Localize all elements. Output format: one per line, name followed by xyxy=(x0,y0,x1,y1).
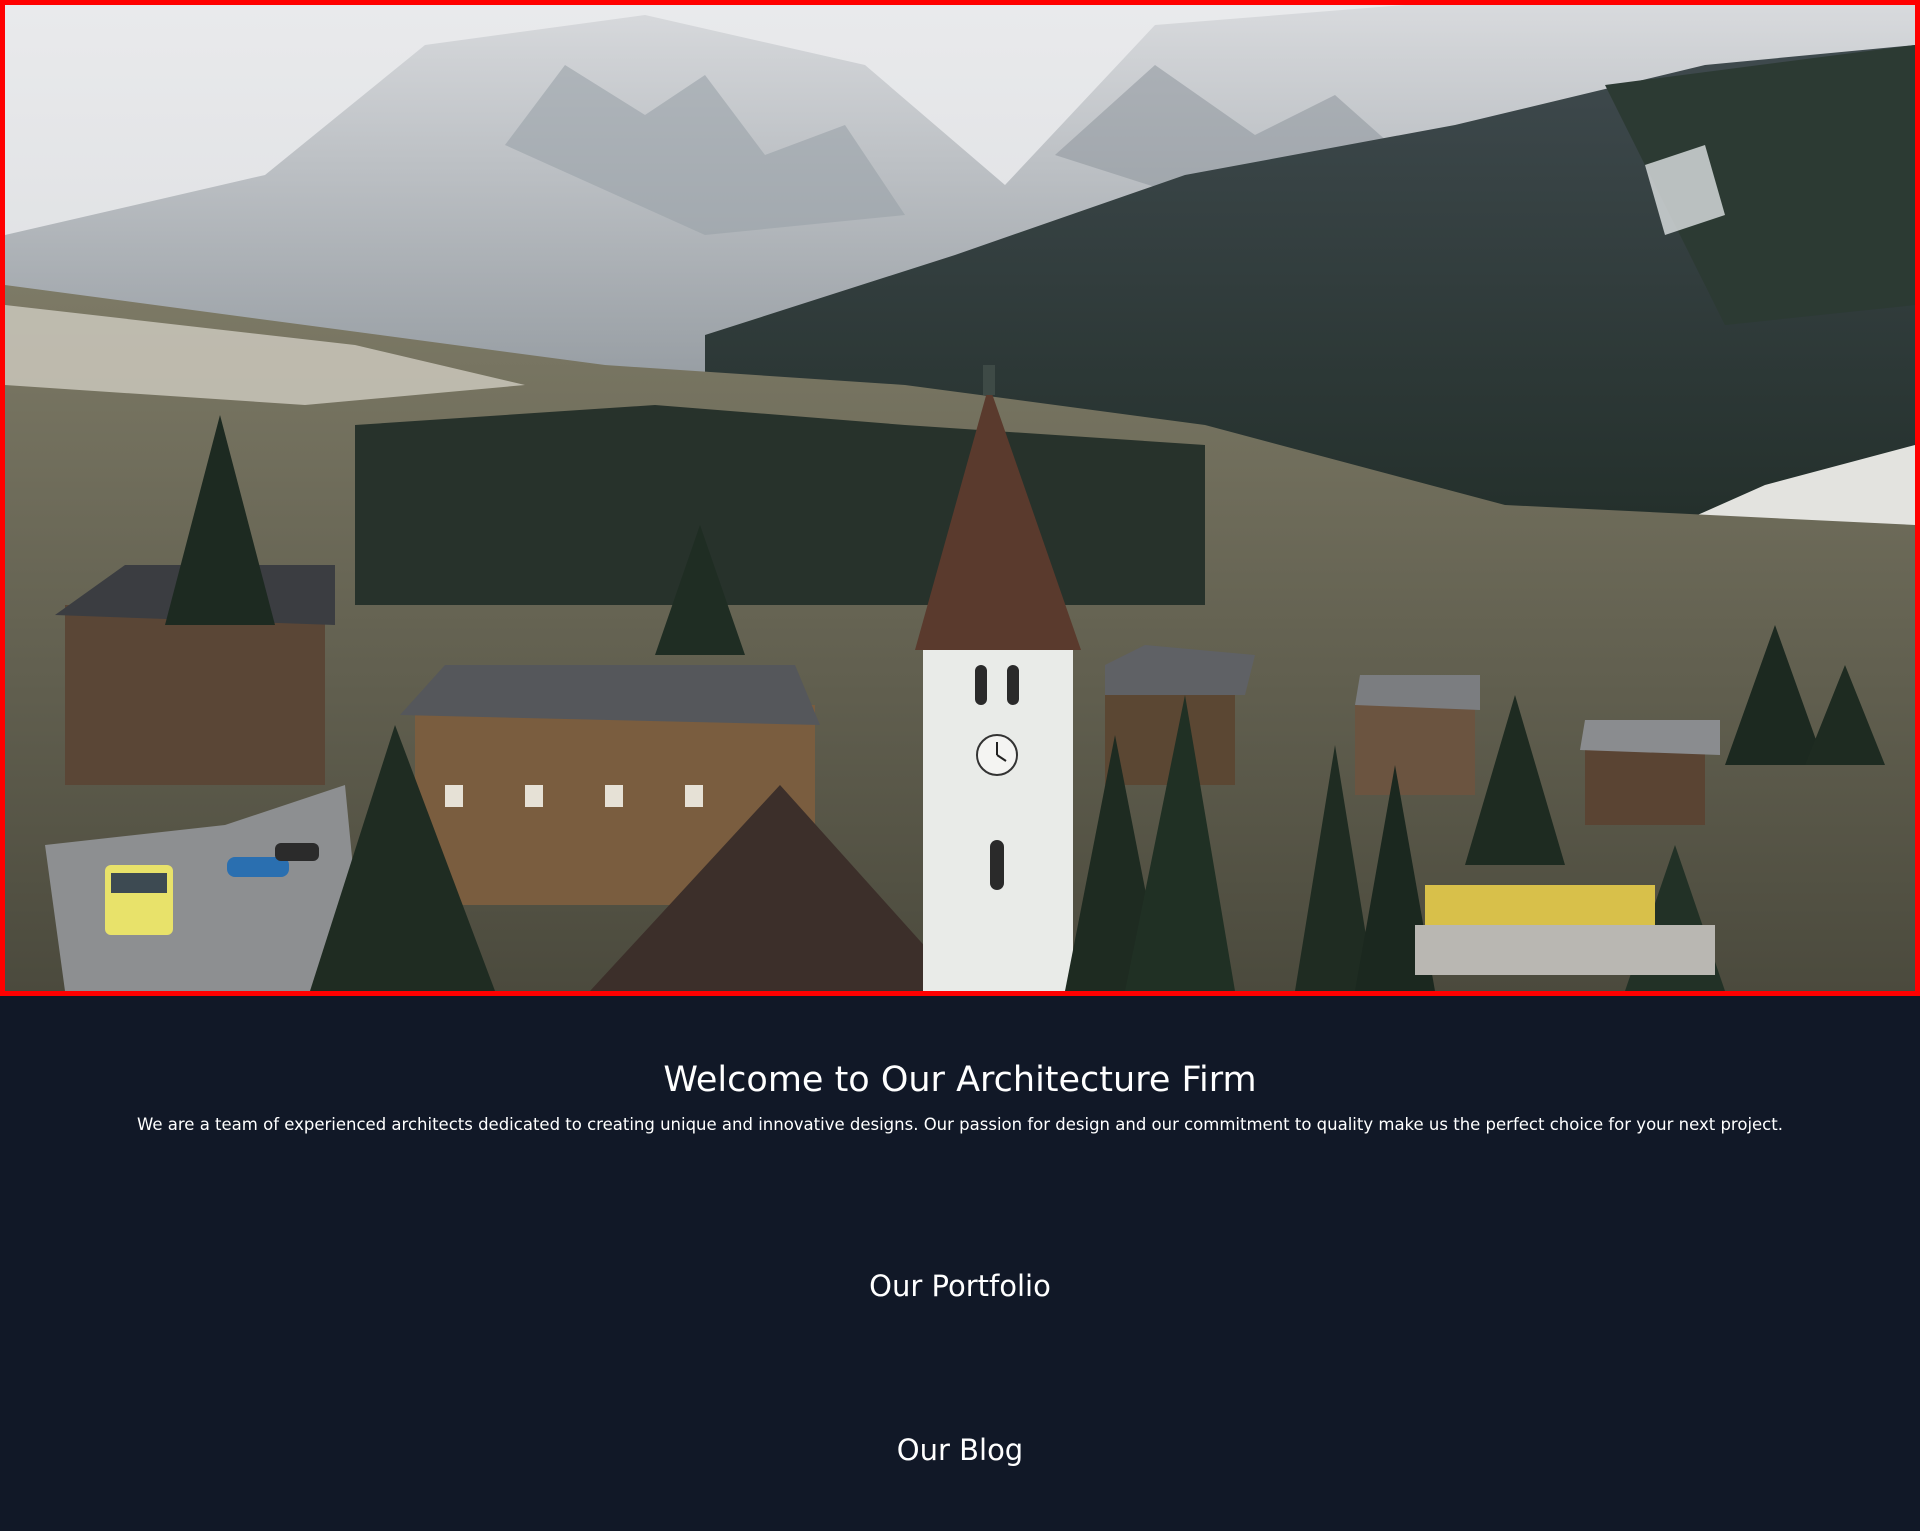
portfolio-heading: Our Portfolio xyxy=(869,1269,1051,1303)
hero-image xyxy=(5,5,1915,991)
intro-section: Welcome to Our Architecture Firm We are … xyxy=(0,1050,1920,1138)
intro-description: We are a team of experienced architects … xyxy=(137,1115,1783,1134)
page-title: Welcome to Our Architecture Firm xyxy=(663,1060,1257,1100)
blog-heading: Our Blog xyxy=(896,1433,1024,1467)
hero-banner xyxy=(0,0,1920,996)
